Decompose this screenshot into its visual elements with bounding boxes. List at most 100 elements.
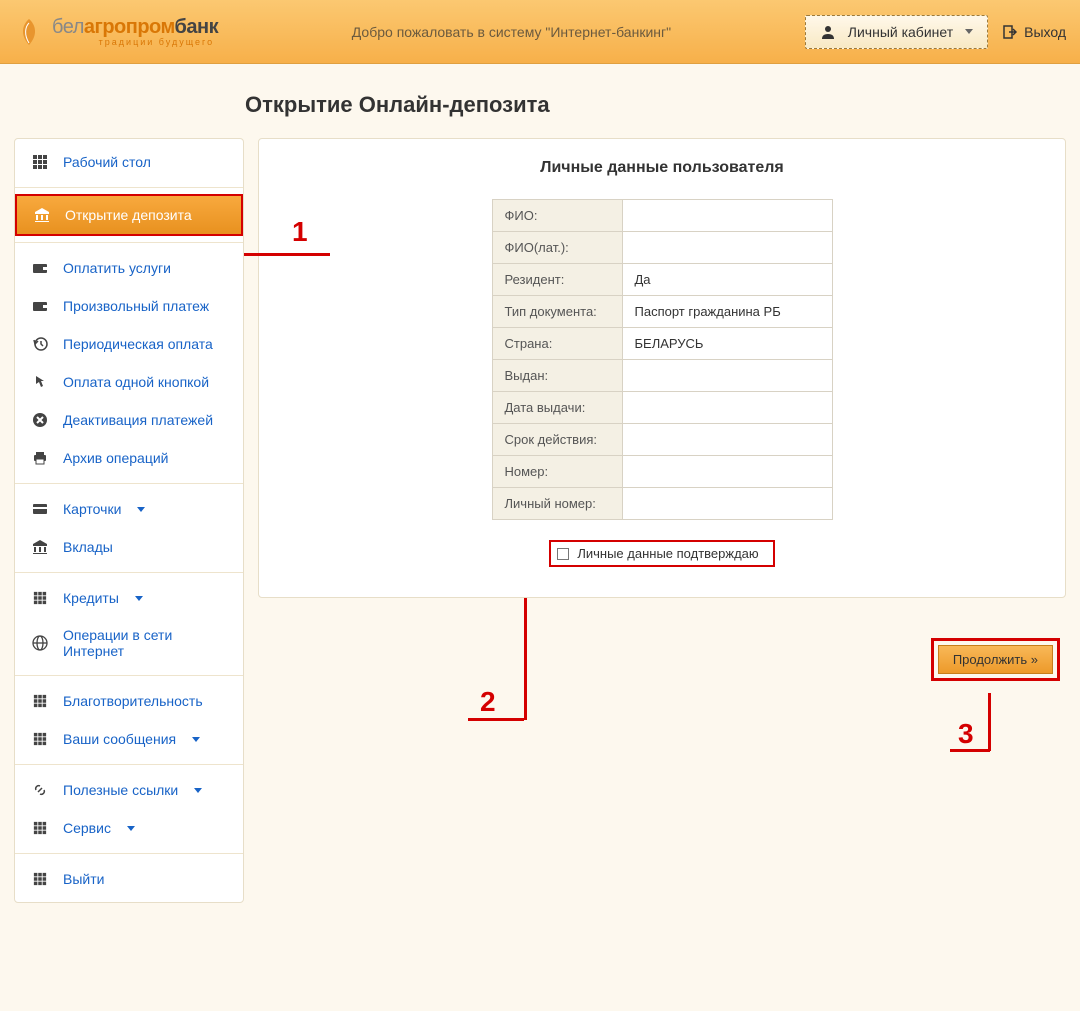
sidebar-item-cards[interactable]: Карточки [15, 490, 243, 528]
confirm-checkbox-wrap[interactable]: Личные данные подтверждаю [549, 540, 774, 567]
sidebar-item-charity[interactable]: Благотворительность [15, 682, 243, 720]
annotation-line [244, 253, 330, 256]
row-label: Срок действия: [492, 424, 622, 456]
confirm-label: Личные данные подтверждаю [577, 546, 758, 561]
logo-text: белагропромбанк [52, 16, 218, 39]
logout-label: Выход [1024, 24, 1066, 40]
main-content: Личные данные пользователя ФИО: ФИО(лат.… [258, 138, 1066, 903]
sidebar-item-label: Рабочий стол [63, 154, 151, 170]
table-row: Выдан: [492, 360, 832, 392]
header: белагропромбанк традиции будущего Добро … [0, 0, 1080, 64]
sidebar-item-label: Деактивация платежей [63, 412, 213, 428]
row-value [622, 456, 832, 488]
continue-highlight: Продолжить » [931, 638, 1060, 681]
sidebar-item-label: Сервис [63, 820, 111, 836]
wallet-icon [31, 259, 49, 277]
sidebar-item-periodic-payment[interactable]: Периодическая оплата [15, 325, 243, 363]
user-data-table: ФИО: ФИО(лат.): Резидент:Да Тип документ… [492, 199, 833, 520]
sidebar-item-pay-services[interactable]: Оплатить услуги [15, 249, 243, 287]
card-icon [31, 500, 49, 518]
logout-button[interactable]: Выход [1002, 24, 1066, 40]
sidebar-item-exit[interactable]: Выйти [15, 860, 243, 898]
table-row: Личный номер: [492, 488, 832, 520]
row-label: Номер: [492, 456, 622, 488]
row-label: ФИО(лат.): [492, 232, 622, 264]
row-value [622, 488, 832, 520]
sidebar-item-label: Благотворительность [63, 693, 203, 709]
annotation-line [988, 693, 991, 751]
table-row: Дата выдачи: [492, 392, 832, 424]
link-icon [31, 781, 49, 799]
grid-icon [31, 730, 49, 748]
sidebar-item-label: Оплатить услуги [63, 260, 171, 276]
table-row: ФИО: [492, 200, 832, 232]
sidebar-item-one-button-pay[interactable]: Оплата одной кнопкой [15, 363, 243, 401]
annotation-line [524, 598, 527, 720]
sidebar-item-label: Архив операций [63, 450, 169, 466]
chevron-down-icon [194, 788, 202, 793]
wallet-icon [31, 297, 49, 315]
grid-icon [31, 870, 49, 888]
cabinet-dropdown[interactable]: Личный кабинет [805, 15, 988, 49]
chevron-down-icon [192, 737, 200, 742]
sidebar-item-label: Операции в сети Интернет [63, 627, 227, 659]
row-label: Дата выдачи: [492, 392, 622, 424]
annotation-2: 2 [480, 686, 496, 718]
checkbox-icon[interactable] [557, 548, 569, 560]
user-icon [820, 24, 836, 40]
printer-icon [31, 449, 49, 467]
sidebar-item-open-deposit[interactable]: Открытие депозита [15, 194, 243, 236]
sidebar-item-desktop[interactable]: Рабочий стол [15, 143, 243, 181]
sidebar-item-label: Оплата одной кнопкой [63, 374, 209, 390]
page-title: Открытие Онлайн-депозита [0, 64, 1080, 138]
sidebar: Рабочий стол Открытие депозита Оплатить … [14, 138, 244, 903]
sidebar-item-label: Вклады [63, 539, 113, 555]
logout-icon [1002, 24, 1018, 40]
sidebar-item-internet-ops[interactable]: Операции в сети Интернет [15, 617, 243, 669]
sidebar-item-label: Карточки [63, 501, 121, 517]
logo: белагропромбанк традиции будущего [14, 16, 218, 47]
grid-icon [31, 819, 49, 837]
panel-title: Личные данные пользователя [283, 159, 1041, 177]
sidebar-item-deactivate-payments[interactable]: Деактивация платежей [15, 401, 243, 439]
history-icon [31, 335, 49, 353]
sidebar-item-label: Периодическая оплата [63, 336, 213, 352]
grid-icon [31, 589, 49, 607]
continue-button[interactable]: Продолжить » [938, 645, 1053, 674]
cabinet-label: Личный кабинет [848, 24, 953, 40]
row-label: Личный номер: [492, 488, 622, 520]
sidebar-item-service[interactable]: Сервис [15, 809, 243, 847]
sidebar-item-label: Произвольный платеж [63, 298, 209, 314]
welcome-text: Добро пожаловать в систему "Интернет-бан… [218, 24, 805, 40]
row-label: Тип документа: [492, 296, 622, 328]
annotation-line [468, 718, 524, 721]
table-row: Страна:БЕЛАРУСЬ [492, 328, 832, 360]
user-data-panel: Личные данные пользователя ФИО: ФИО(лат.… [258, 138, 1066, 598]
cancel-icon [31, 411, 49, 429]
annotation-3: 3 [958, 718, 974, 750]
row-value [622, 392, 832, 424]
chevron-down-icon [135, 596, 143, 601]
table-row: Резидент:Да [492, 264, 832, 296]
sidebar-item-credits[interactable]: Кредиты [15, 579, 243, 617]
table-row: Номер: [492, 456, 832, 488]
sidebar-item-archive[interactable]: Архив операций [15, 439, 243, 477]
annotation-line [950, 749, 990, 752]
sidebar-item-custom-payment[interactable]: Произвольный платеж [15, 287, 243, 325]
leaf-icon [14, 17, 44, 47]
row-label: Резидент: [492, 264, 622, 296]
sidebar-item-label: Открытие депозита [65, 207, 192, 223]
sidebar-item-links[interactable]: Полезные ссылки [15, 771, 243, 809]
table-row: Срок действия: [492, 424, 832, 456]
sidebar-item-messages[interactable]: Ваши сообщения [15, 720, 243, 758]
sidebar-item-deposits[interactable]: Вклады [15, 528, 243, 566]
row-value: БЕЛАРУСЬ [622, 328, 832, 360]
bank-icon [33, 206, 51, 224]
grid-icon [31, 692, 49, 710]
chevron-down-icon [127, 826, 135, 831]
chevron-down-icon [137, 507, 145, 512]
sidebar-item-label: Выйти [63, 871, 104, 887]
chevron-down-icon [965, 29, 973, 34]
row-value: Паспорт гражданина РБ [622, 296, 832, 328]
globe-icon [31, 634, 49, 652]
